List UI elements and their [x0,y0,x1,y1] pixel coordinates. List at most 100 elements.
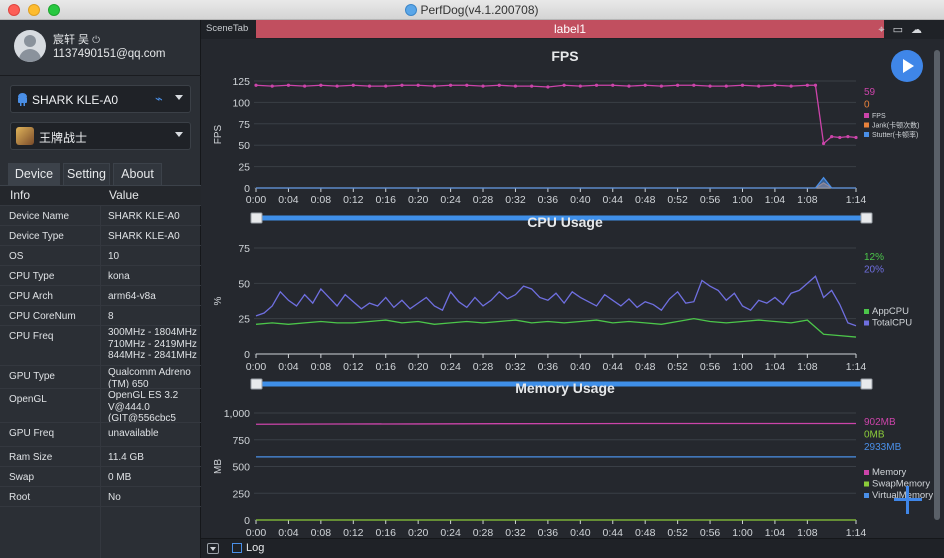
tab-setting[interactable]: Setting [63,163,110,185]
app-select-value: 王牌战士 [39,131,88,145]
chart-point [846,135,850,139]
info-header-value: Value [109,188,139,202]
chart-point [319,83,323,87]
info-row-value: 8 [108,311,114,322]
chart-point [757,84,761,88]
location-pin-icon[interactable]: ⌖ [878,24,892,36]
usb-connection-icon[interactable]: ⌁ [155,91,163,107]
folder-icon[interactable]: ▭ [893,24,911,36]
app-select[interactable]: 王牌战士 [10,122,191,150]
chart-point [627,84,631,88]
chart-point [805,83,809,87]
info-row-key: CPU Type [9,271,55,282]
chart-point [854,135,858,140]
chart-legend-swatch [864,320,869,326]
start-test-play-button[interactable] [891,50,923,82]
chart-xtick-label: 0:48 [635,361,656,373]
window-title-area: PerfDog(v4.1.200708) [0,3,944,17]
chart-xtick-label: 0:40 [570,361,591,373]
info-row-value: 0 MB [108,472,132,483]
chart-legend-label: Memory [872,467,907,478]
chart-legend-label: AppCPU [872,306,909,317]
chart-point [432,84,436,88]
chart-xtick-label: 0:16 [376,527,397,537]
scene-bar: SceneTab label1 ⌖▭☁ [201,20,944,39]
chart-ytick-label: 1,000 [224,408,250,420]
chart-point [254,83,258,87]
cloud-icon[interactable]: ☁ [911,24,930,36]
chart-xtick-label: 1:08 [797,194,818,206]
info-row-key: CPU Freq [9,331,54,342]
chart-xtick-label: 0:16 [376,194,397,206]
tab-about[interactable]: About [113,163,162,185]
info-header-key: Info [10,188,31,202]
main-panel: SceneTab label1 ⌖▭☁ FPS FPS 0 25 50 75 100 125 0… [201,20,944,558]
chart-xtick-label: 0:52 [667,361,688,373]
chart-xtick-label: 0:40 [570,194,591,206]
device-select[interactable]: SHARK KLE-A0 ⌁ [10,85,191,113]
chart-point [530,84,534,88]
chart-ytick-label: 50 [238,140,250,152]
info-row-key: OpenGL [9,394,47,405]
chart-point [692,83,696,87]
chart-series-line-appcpu [255,318,857,338]
chart-xtick-label: 0:12 [343,361,364,373]
chart-xtick-label: 1:04 [765,194,786,206]
info-row-value: Qualcomm Adreno (TM) 650 [108,367,191,390]
log-checkbox[interactable] [232,543,242,553]
chart-ytick-label: 0 [244,515,250,527]
slider-handle-right[interactable] [860,378,873,390]
chart-series-area [256,177,856,188]
chart-xtick-label: 0:24 [440,194,461,206]
slider-handle-left[interactable] [250,378,263,390]
window-titlebar: PerfDog(v4.1.200708) [0,0,944,20]
chart-xtick-label: 0:44 [603,527,624,537]
scene-label-bar[interactable]: label1 [256,20,884,38]
chart-xtick-label: 0:44 [603,194,624,206]
chart-xtick-label: 0:04 [278,527,299,537]
chart-xtick-label: 0:28 [473,527,494,537]
chart-xtick-label: 0:12 [343,194,364,206]
add-chart-plus-button[interactable] [894,486,922,514]
username: 宸轩 吴 [53,34,90,46]
scrollbar-thumb[interactable] [934,50,940,520]
scene-tab-label[interactable]: SceneTab [206,23,248,34]
chart-xtick-label: 0:56 [700,194,721,206]
slider-handle-left[interactable] [250,212,263,224]
chart-ytick-label: 75 [238,119,250,131]
chart-ylabel: FPS [213,124,224,144]
chart-point [676,83,680,87]
avatar[interactable] [14,30,46,62]
chart-ytick-label: 25 [238,314,250,326]
info-row-value: unavailable [108,428,159,439]
chart-title: CPU Usage [527,214,603,230]
info-table-header: Info Value [0,185,201,205]
chart-xtick-label: 0:36 [538,361,559,373]
info-row-value: 10 [108,251,120,262]
chart-xtick-label: 1:04 [765,527,786,537]
chart-xtick-label: 1:00 [732,361,753,373]
chart-point [659,84,664,88]
chart-point [351,83,355,87]
chart-point [367,84,372,88]
info-row-value: SHARK KLE-A0 [108,231,180,242]
chart-xtick-label: 0:36 [538,194,559,206]
slider-handle-right[interactable] [860,212,873,224]
chart-point [611,83,615,87]
chart-xtick-label: 1:08 [797,527,818,537]
chart-xtick-label: 0:04 [278,194,299,206]
info-row-key: Root [9,492,31,503]
chart-xtick-label: 0:08 [311,194,332,206]
chart-xtick-label: 0:08 [311,527,332,537]
chart-point [400,83,404,87]
chart-xtick-label: 0:32 [505,194,526,206]
chart-xtick-label: 1:00 [732,194,753,206]
panel-toggle-dropdown-icon[interactable] [207,543,219,554]
chart-point [562,83,566,87]
chart-point [416,83,420,87]
logout-power-icon[interactable]: ⏻ [92,35,100,46]
tab-device[interactable]: Device [8,163,60,185]
charts-area: FPSFPS02550751001250:00 0:04 0:08 0:12 0:16 0… [213,48,933,537]
chart-xtick-label: 0:48 [635,194,656,206]
chart-point [465,83,469,87]
